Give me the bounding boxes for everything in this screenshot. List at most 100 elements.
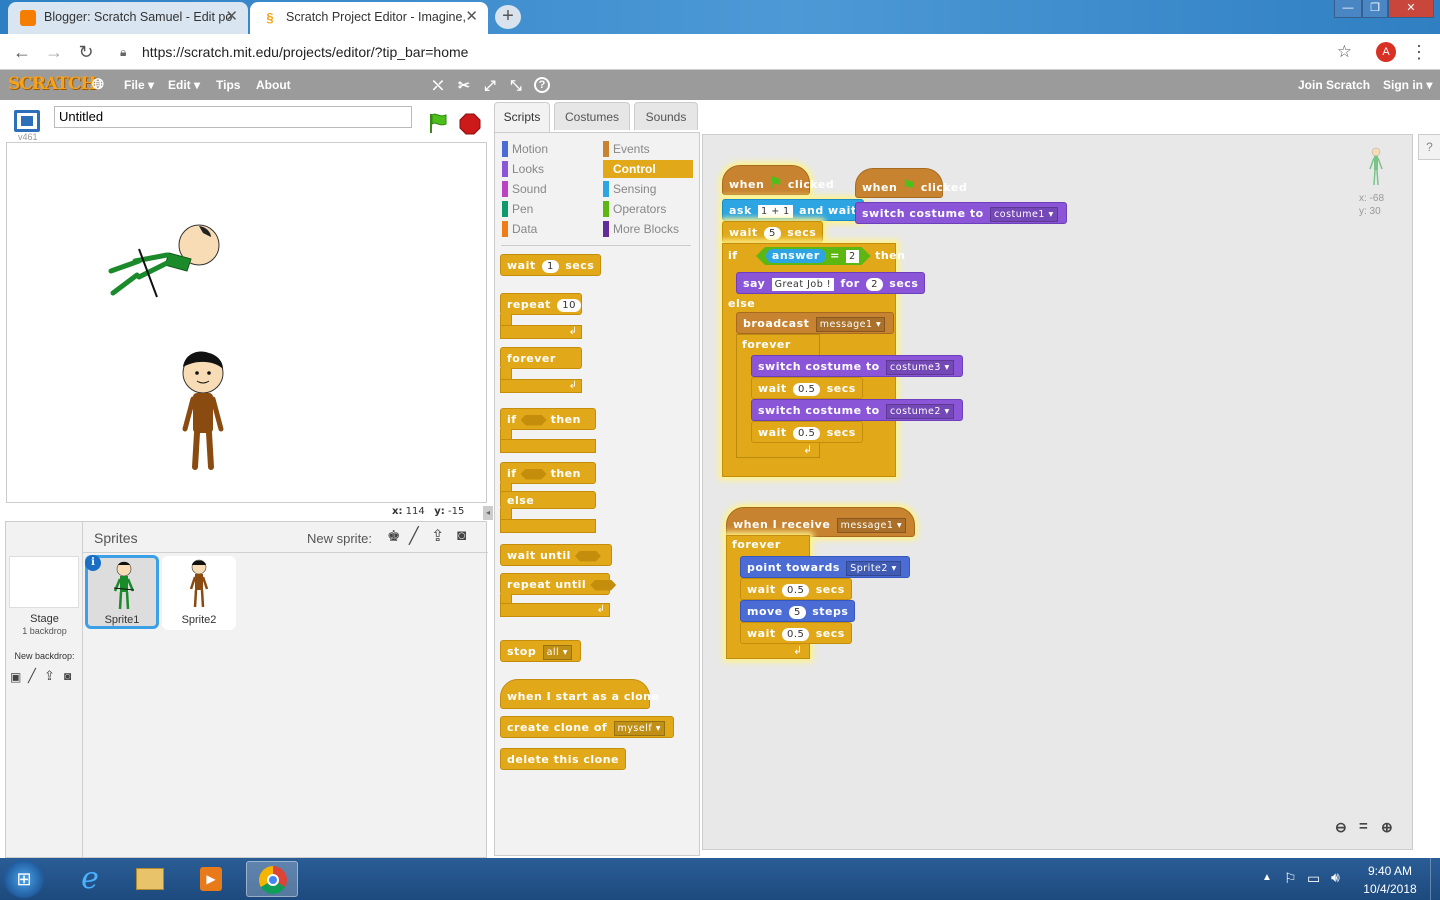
- boolean-slot[interactable]: [520, 414, 547, 426]
- edit-menu[interactable]: Edit ▾: [168, 70, 200, 100]
- camera-sprite-icon[interactable]: ◙: [457, 527, 466, 544]
- sprite2-on-stage[interactable]: [175, 349, 231, 473]
- duplicate-icon[interactable]: ⛌: [430, 77, 446, 93]
- boolean-slot[interactable]: [590, 579, 617, 591]
- new-tab-button[interactable]: +: [495, 5, 521, 29]
- palette-forever-block[interactable]: forever: [500, 347, 582, 369]
- browser-tab-scratch[interactable]: § Scratch Project Editor - Imagine, ✕: [250, 2, 488, 34]
- backdrop-library-icon[interactable]: ▣: [10, 670, 21, 684]
- file-explorer-icon[interactable]: [124, 861, 176, 897]
- forever-label[interactable]: forever: [736, 334, 797, 356]
- palette-wait-block[interactable]: wait 1 secs: [500, 254, 602, 276]
- maximize-button[interactable]: ❐: [1362, 0, 1388, 18]
- internet-explorer-icon[interactable]: e: [64, 861, 116, 897]
- paint-sprite-icon[interactable]: ╱: [409, 526, 419, 546]
- boolean-slot[interactable]: [520, 468, 547, 480]
- palette-if-else-block[interactable]: if then: [500, 462, 596, 484]
- stage-thumbnail[interactable]: [9, 556, 79, 608]
- stage-canvas[interactable]: [6, 142, 487, 503]
- close-tab-icon[interactable]: ✕: [225, 2, 238, 32]
- palette-delete-clone-block[interactable]: delete this clone: [500, 748, 626, 770]
- tips-link[interactable]: Tips: [216, 70, 240, 100]
- costume-dropdown[interactable]: costume1: [990, 206, 1058, 222]
- ask-and-wait-block[interactable]: ask 1 + 1 and wait: [722, 199, 864, 221]
- action-center-icon[interactable]: ⚐: [1284, 870, 1297, 887]
- palette-create-clone-block[interactable]: create clone of myself: [500, 716, 674, 738]
- clock-date[interactable]: 10/4/2018: [1358, 882, 1422, 896]
- file-menu[interactable]: File ▾: [124, 70, 154, 100]
- zoom-reset-icon[interactable]: =: [1359, 818, 1368, 835]
- when-flag-clicked-hat[interactable]: when ⚑ clicked: [722, 165, 834, 195]
- sprite1-on-stage[interactable]: [99, 219, 229, 309]
- chrome-icon[interactable]: [246, 861, 298, 897]
- move-steps-block[interactable]: move 5 steps: [740, 600, 856, 622]
- palette-if-block[interactable]: if then: [500, 408, 596, 430]
- category-looks[interactable]: Looks: [502, 160, 597, 178]
- wait-5-secs-block[interactable]: wait 5 secs: [722, 221, 824, 243]
- costume-dropdown[interactable]: costume2: [886, 403, 954, 419]
- when-flag-clicked-hat[interactable]: when ⚑ clicked: [855, 168, 967, 198]
- fullscreen-icon[interactable]: [14, 110, 40, 132]
- forward-icon[interactable]: →: [42, 40, 66, 64]
- zoom-in-icon[interactable]: ⊕: [1381, 819, 1393, 836]
- camera-backdrop-icon[interactable]: ◙: [64, 669, 71, 683]
- sprite-library-icon[interactable]: ♚: [387, 527, 400, 545]
- palette-wait-until-block[interactable]: wait until: [500, 544, 612, 566]
- category-operators[interactable]: Operators: [603, 200, 693, 218]
- switch-costume-1-block[interactable]: switch costume to costume1: [855, 202, 1067, 224]
- help-icon[interactable]: ?: [534, 77, 550, 93]
- help-tab-icon[interactable]: ?: [1418, 134, 1440, 160]
- broadcast-dropdown[interactable]: message1: [815, 316, 886, 332]
- wait-half-secs-block[interactable]: wait 0.5 secs: [751, 421, 863, 443]
- shrink-icon[interactable]: ⤡: [508, 77, 524, 93]
- project-title-input[interactable]: Untitled: [54, 106, 412, 128]
- start-button[interactable]: ⊞: [4, 860, 44, 898]
- script-area[interactable]: when ⚑ clicked ask 1 + 1 and wait wait 5…: [702, 134, 1413, 850]
- forever-label[interactable]: forever: [726, 534, 787, 556]
- category-sound[interactable]: Sound: [502, 180, 597, 198]
- bookmark-star-icon[interactable]: ☆: [1337, 38, 1352, 66]
- collapse-stage-icon[interactable]: ◂: [483, 506, 493, 520]
- close-window-button[interactable]: ✕: [1388, 0, 1434, 18]
- green-flag-icon[interactable]: [427, 112, 449, 134]
- wait-half-secs-block[interactable]: wait 0.5 secs: [740, 622, 852, 644]
- broadcast-block[interactable]: broadcast message1: [736, 312, 895, 334]
- category-control[interactable]: Control: [603, 160, 693, 178]
- category-more-blocks[interactable]: More Blocks: [603, 220, 693, 238]
- costume-dropdown[interactable]: costume3: [886, 359, 954, 375]
- point-towards-dropdown[interactable]: Sprite2: [846, 560, 901, 576]
- stop-dropdown[interactable]: all: [542, 644, 572, 660]
- close-tab-icon[interactable]: ✕: [465, 2, 478, 32]
- point-towards-block[interactable]: point towards Sprite2: [740, 556, 910, 578]
- network-icon[interactable]: ▭: [1307, 870, 1320, 887]
- zoom-out-icon[interactable]: ⊖: [1335, 819, 1347, 836]
- tray-show-hidden-icon[interactable]: ▲: [1262, 872, 1272, 883]
- info-icon[interactable]: i: [85, 555, 101, 571]
- minimize-button[interactable]: —: [1334, 0, 1362, 18]
- wait-half-secs-block[interactable]: wait 0.5 secs: [740, 578, 852, 600]
- reload-icon[interactable]: ↻: [74, 40, 98, 64]
- when-i-receive-hat[interactable]: when I receive message1: [726, 507, 916, 537]
- clock-time[interactable]: 9:40 AM: [1362, 864, 1418, 878]
- sign-in-link[interactable]: Sign in ▾: [1383, 70, 1432, 100]
- tab-sounds[interactable]: Sounds: [634, 102, 698, 130]
- cut-icon[interactable]: ✂: [456, 77, 472, 93]
- category-sensing[interactable]: Sensing: [603, 180, 693, 198]
- about-link[interactable]: About: [256, 70, 291, 100]
- category-pen[interactable]: Pen: [502, 200, 597, 218]
- back-icon[interactable]: ←: [10, 40, 34, 64]
- switch-costume-3-block[interactable]: switch costume to costume3: [751, 355, 963, 377]
- upload-backdrop-icon[interactable]: ⇪: [44, 668, 55, 684]
- palette-repeat-until-block[interactable]: repeat until: [500, 573, 617, 595]
- globe-icon[interactable]: 🌐︎: [92, 70, 104, 100]
- tab-scripts[interactable]: Scripts: [494, 102, 550, 133]
- stop-sign-icon[interactable]: [459, 113, 481, 135]
- category-data[interactable]: Data: [502, 220, 597, 238]
- category-events[interactable]: Events: [603, 140, 693, 158]
- sprite-thumb-sprite1[interactable]: i Sprite1: [85, 555, 159, 629]
- palette-repeat-block[interactable]: repeat 10: [500, 293, 582, 315]
- browser-menu-icon[interactable]: ⋮: [1410, 40, 1428, 64]
- grow-icon[interactable]: ⤢: [482, 77, 498, 93]
- answer-reporter[interactable]: answer: [765, 249, 826, 263]
- paint-backdrop-icon[interactable]: ╱: [28, 668, 36, 684]
